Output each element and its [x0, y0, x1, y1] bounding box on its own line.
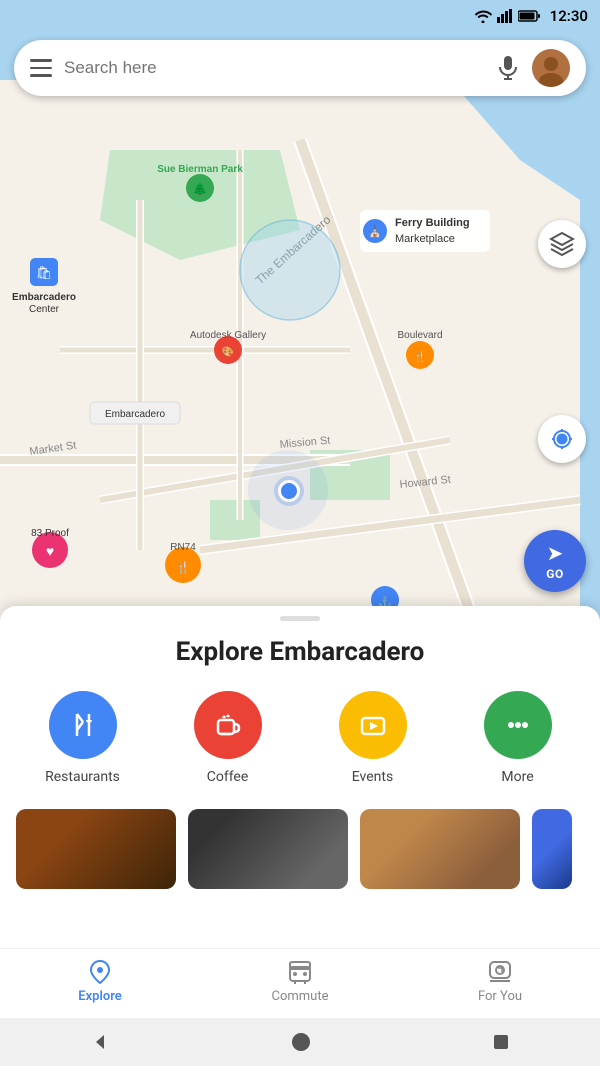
- nav-commute[interactable]: Commute: [200, 959, 400, 1004]
- explore-nav-icon: [87, 959, 113, 985]
- category-events[interactable]: Events: [318, 691, 428, 785]
- wifi-icon: [474, 9, 492, 23]
- card-2[interactable]: [188, 809, 348, 889]
- category-coffee[interactable]: Coffee: [173, 691, 283, 785]
- svg-text:Embarcadero: Embarcadero: [12, 292, 76, 303]
- microphone-button[interactable]: [496, 56, 520, 80]
- card-3[interactable]: [360, 809, 520, 889]
- bottom-sheet: Explore Embarcadero Restaurants: [0, 606, 600, 1066]
- svg-text:Center: Center: [29, 304, 60, 315]
- map-layer-button[interactable]: [538, 220, 586, 268]
- category-restaurants[interactable]: Restaurants: [28, 691, 138, 785]
- status-icons: [474, 9, 540, 23]
- card-1[interactable]: [16, 809, 176, 889]
- back-button[interactable]: [90, 1032, 110, 1052]
- svg-text:🛍: 🛍: [36, 265, 53, 281]
- more-label: More: [501, 769, 533, 785]
- explore-title: Explore Embarcadero: [0, 637, 600, 667]
- svg-text:Sue Bierman Park: Sue Bierman Park: [157, 164, 243, 175]
- sheet-handle: [280, 616, 320, 621]
- nav-explore[interactable]: Explore: [0, 959, 200, 1004]
- map-container[interactable]: The Embarcadero Market St Howard St Miss…: [0, 0, 600, 640]
- svg-text:🍴: 🍴: [176, 561, 190, 574]
- go-arrow-icon: ➤: [547, 541, 564, 565]
- svg-text:🎨: 🎨: [222, 345, 234, 358]
- restaurants-label: Restaurants: [45, 769, 120, 785]
- svg-text:🌲: 🌲: [193, 182, 208, 196]
- bottom-nav: Explore Commute For You: [0, 948, 600, 1018]
- battery-icon: [518, 10, 540, 22]
- home-button[interactable]: [290, 1031, 312, 1053]
- recents-button[interactable]: [492, 1033, 510, 1051]
- location-button[interactable]: [538, 415, 586, 463]
- svg-text:♥: ♥: [46, 544, 54, 560]
- svg-text:⛪: ⛪: [368, 224, 382, 238]
- commute-nav-icon: [287, 959, 313, 985]
- nav-explore-label: Explore: [78, 989, 122, 1004]
- restaurants-icon: [49, 691, 117, 759]
- svg-text:Autodesk Gallery: Autodesk Gallery: [190, 330, 266, 341]
- coffee-label: Coffee: [207, 769, 249, 785]
- status-bar: 12:30: [0, 0, 600, 32]
- go-label: GO: [546, 567, 563, 581]
- svg-text:Boulevard: Boulevard: [397, 330, 442, 341]
- user-avatar[interactable]: [532, 49, 570, 87]
- events-icon: [339, 691, 407, 759]
- for-you-nav-icon: [487, 959, 513, 985]
- go-button[interactable]: ➤ GO: [524, 530, 586, 592]
- svg-text:Embarcadero: Embarcadero: [105, 409, 165, 420]
- category-more[interactable]: More: [463, 691, 573, 785]
- events-label: Events: [352, 769, 393, 785]
- search-bar[interactable]: [14, 40, 586, 96]
- svg-text:RN74: RN74: [170, 542, 196, 553]
- svg-text:Marketplace: Marketplace: [395, 233, 455, 245]
- coffee-icon: [194, 691, 262, 759]
- more-icon: [484, 691, 552, 759]
- android-nav-bar: [0, 1018, 600, 1066]
- card-4[interactable]: [532, 809, 572, 889]
- user-location-dot: [278, 480, 300, 502]
- search-input[interactable]: [64, 58, 484, 78]
- status-time: 12:30: [550, 7, 588, 25]
- svg-text:🍴: 🍴: [414, 350, 426, 363]
- menu-button[interactable]: [30, 59, 52, 77]
- svg-text:Ferry Building: Ferry Building: [395, 217, 470, 229]
- nav-commute-label: Commute: [272, 989, 329, 1004]
- categories-row: Restaurants Coffee Events: [0, 691, 600, 785]
- signal-icon: [497, 9, 513, 23]
- svg-text:83 Proof: 83 Proof: [31, 528, 69, 539]
- cards-row: [0, 809, 600, 889]
- nav-for-you-label: For You: [478, 989, 522, 1004]
- nav-for-you[interactable]: For You: [400, 959, 600, 1004]
